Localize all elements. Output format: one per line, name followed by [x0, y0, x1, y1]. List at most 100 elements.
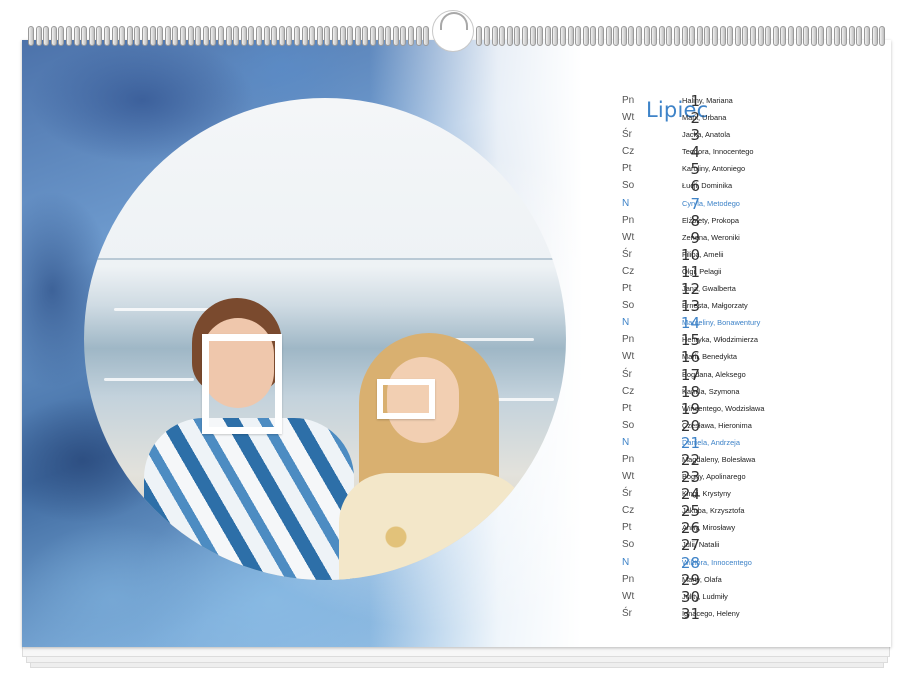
- spiral-loop: [734, 26, 741, 46]
- spiral-loop: [347, 26, 354, 46]
- name-day-text: Wincentego, Wodzisława: [682, 403, 765, 413]
- spiral-loop: [704, 26, 711, 46]
- spiral-loop: [727, 26, 734, 46]
- spiral-loop: [423, 26, 430, 46]
- name-day-text: Bogny, Apolinarego: [682, 472, 746, 482]
- day-row: Cz 11 Olgi, Pelagii: [622, 263, 882, 281]
- woman-left: [144, 298, 354, 580]
- name-day-text: Teodora, Innocentego: [682, 147, 754, 157]
- spiral-loop: [575, 26, 582, 46]
- name-day-text: Filipa, Amelii: [682, 249, 724, 259]
- spiral-loop: [324, 26, 331, 46]
- day-row: N 7 Cyryla, Metodego: [622, 195, 882, 213]
- spiral-loop: [172, 26, 179, 46]
- weekday-label: N: [622, 436, 630, 448]
- spiral-loop: [499, 26, 506, 46]
- weekday-label: N: [622, 197, 630, 209]
- photo-frame-prop: [202, 334, 282, 434]
- name-day-text: Kamila, Szymona: [682, 386, 740, 396]
- day-row: Wt 16 Marii, Benedykta: [622, 348, 882, 366]
- spiral-loop: [370, 26, 376, 46]
- spiral-loop: [354, 26, 361, 46]
- name-day-text: Jana, Gwalberta: [682, 284, 736, 294]
- day-row: So 20 Czesława, Hieronima: [622, 417, 882, 435]
- name-day-text: Kingi, Krystyny: [682, 489, 731, 499]
- spiral-loop: [544, 26, 551, 46]
- spiral-loop: [696, 26, 703, 46]
- spiral-loop: [491, 26, 498, 46]
- spiral-loop: [810, 26, 817, 46]
- spiral-loop: [476, 26, 483, 46]
- name-day-text: Jacka, Anatola: [682, 130, 731, 140]
- day-row: Cz 4 Teodora, Innocentego: [622, 143, 882, 161]
- name-day-text: Ernesta, Małgorzaty: [682, 301, 748, 311]
- spiral-loop: [514, 26, 521, 46]
- name-day-text: Ignacego, Heleny: [682, 608, 740, 618]
- page-stack-edge: [22, 646, 890, 657]
- day-row: Cz 18 Kamila, Szymona: [622, 383, 882, 401]
- spiral-loop: [651, 26, 658, 46]
- photo-circle: [84, 98, 566, 580]
- spiral-loop: [560, 26, 566, 46]
- spiral-loop: [598, 26, 604, 46]
- name-day-text: Magdaleny, Bolesława: [682, 454, 756, 464]
- spiral-loop: [826, 26, 832, 46]
- spiral-loop: [666, 26, 673, 46]
- spiral-loop: [620, 26, 627, 46]
- weekday-label: Cz: [622, 146, 635, 158]
- day-row: Wt 30 Julity, Ludmiły: [622, 588, 882, 606]
- name-day-text: Bogdana, Aleksego: [682, 369, 746, 379]
- spiral-loop: [841, 26, 848, 46]
- day-row: N 14 Marceliny, Bonawentury: [622, 314, 882, 332]
- day-row: Pt 5 Karoliny, Antoniego: [622, 160, 882, 178]
- spiral-loop: [628, 26, 635, 46]
- spiral-loop: [218, 26, 224, 46]
- spiral-loop: [111, 26, 118, 46]
- spiral-loop: [149, 26, 156, 46]
- spiral-loop: [590, 26, 597, 46]
- spiral-loop: [484, 26, 490, 46]
- weekday-label: Wt: [622, 590, 635, 602]
- spiral-loop: [803, 26, 810, 46]
- spiral-loop: [643, 26, 650, 46]
- floral-top: [339, 473, 529, 580]
- spiral-loop: [879, 26, 886, 46]
- days-list: Pn 1 Haliny, Mariana Wt 2 Marii, Urbana Śr 3 Jac…: [622, 92, 882, 623]
- spiral-loop: [750, 26, 756, 46]
- spiral-loop: [765, 26, 772, 46]
- name-day-text: Olgi, Pelagii: [682, 266, 722, 276]
- spiral-loop: [180, 26, 186, 46]
- day-row: N 28 Wiktora, Innocentego: [622, 554, 882, 572]
- spiral-loop: [256, 26, 262, 46]
- day-row: Pt 12 Jana, Gwalberta: [622, 280, 882, 298]
- spiral-loop: [316, 26, 323, 46]
- spiral-loop: [613, 26, 620, 46]
- spiral-loop: [377, 26, 384, 46]
- day-row: So 13 Ernesta, Małgorzaty: [622, 297, 882, 315]
- spiral-loop: [772, 26, 779, 46]
- spiral-loop: [848, 26, 855, 46]
- day-row: Śr 10 Filipa, Amelii: [622, 246, 882, 264]
- spiral-loop: [415, 26, 422, 46]
- day-row: Śr 3 Jacka, Anatola: [622, 126, 882, 144]
- spiral-loop: [689, 26, 696, 46]
- spiral-loop: [309, 26, 316, 46]
- spiral-loop: [871, 26, 878, 46]
- weekday-label: Pt: [622, 402, 632, 414]
- weekday-label: So: [622, 419, 635, 431]
- day-row: N 21 Daniela, Andrzeja: [622, 434, 882, 452]
- spiral-loop: [757, 26, 764, 46]
- spiral-loop: [856, 26, 863, 46]
- weekday-label: Pn: [622, 95, 635, 106]
- name-day-text: Czesława, Hieronima: [682, 420, 752, 430]
- weekday-label: Wt: [622, 231, 635, 243]
- weekday-label: Wt: [622, 112, 635, 124]
- spiral-loop: [658, 26, 665, 46]
- weekday-label: Cz: [622, 505, 635, 517]
- spiral-loop: [210, 26, 217, 46]
- day-row: Śr 17 Bogdana, Aleksego: [622, 366, 882, 384]
- day-row: Pn 8 Elżbiety, Prokopa: [622, 212, 882, 230]
- spiral-loop: [286, 26, 293, 46]
- name-day-text: Elżbiety, Prokopa: [682, 215, 739, 225]
- spiral-loop: [537, 26, 544, 46]
